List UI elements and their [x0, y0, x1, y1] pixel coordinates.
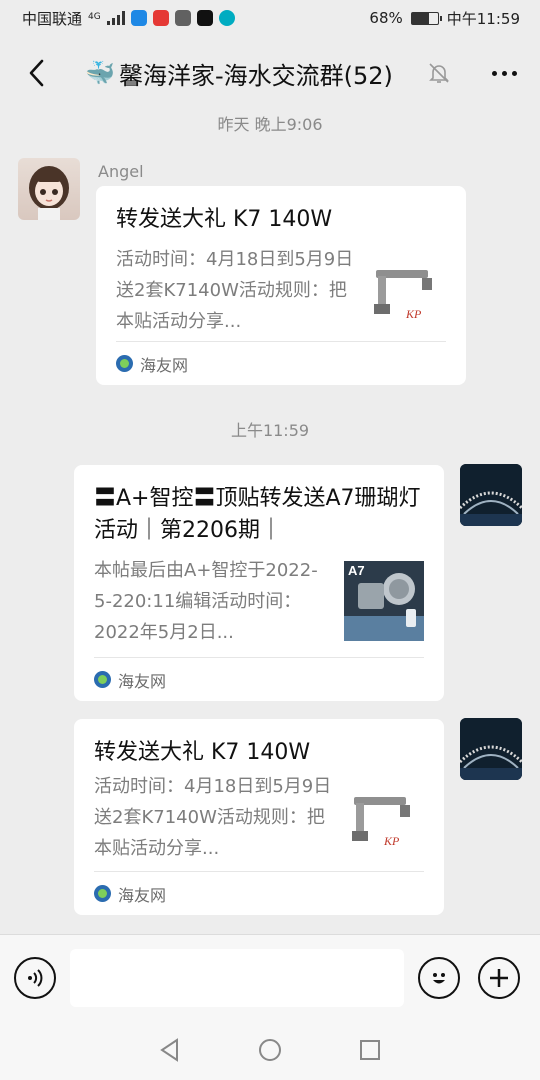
chat-header: 🐳 馨海洋家-海水交流群(52)	[0, 36, 540, 110]
svg-text:KP: KP	[383, 834, 400, 848]
source-name: 海友网	[118, 885, 167, 905]
voice-icon	[28, 968, 43, 987]
more-options-button[interactable]	[484, 53, 524, 93]
source-logo-icon	[94, 671, 111, 688]
carrier-label: 中国联通	[22, 9, 83, 28]
timestamp: 昨天 晚上9:06	[217, 115, 323, 134]
card-description: 活动时间：4月18日到5月9日送2套K7140W活动规则：把本贴活动分享...	[116, 249, 354, 332]
notification-app-icon-3	[174, 10, 191, 26]
system-nav-bar	[0, 1020, 540, 1080]
card-source: 海友网	[116, 341, 446, 385]
card-title: 〓A+智控〓顶贴转发送A7珊瑚灯活动｜第2206期｜	[94, 486, 421, 543]
emoji-button[interactable]	[418, 956, 460, 999]
avatar-girl-icon	[29, 166, 69, 220]
link-card[interactable]: 转发送大礼 K7 140W 活动时间：4月18日到5月9日送2套K7140W活动…	[74, 719, 444, 915]
nav-recents-icon[interactable]	[357, 1037, 383, 1063]
thumb-label: A7	[348, 563, 365, 578]
avatar-bridge-icon	[460, 464, 522, 526]
plus-icon	[490, 968, 508, 987]
source-logo-icon	[94, 885, 111, 902]
a7-light-thumbnail: A7	[344, 561, 424, 641]
mute-indicator	[422, 56, 456, 90]
back-icon	[29, 59, 44, 87]
source-logo-icon	[116, 355, 133, 372]
group-name: 馨海洋家-海水交流群(52)	[118, 61, 393, 90]
avatar[interactable]	[460, 718, 522, 780]
voice-input-button[interactable]	[14, 956, 56, 999]
source-name: 海友网	[118, 671, 167, 691]
card-description: 本帖最后由A+智控于2022-5-220:11编辑活动时间：2022年5月2日.…	[94, 560, 318, 643]
smiley-icon	[433, 972, 445, 983]
input-bar	[0, 934, 540, 1020]
link-card[interactable]: 〓A+智控〓顶贴转发送A7珊瑚灯活动｜第2206期｜ 本帖最后由A+智控于202…	[74, 465, 444, 701]
avatar[interactable]	[460, 464, 522, 526]
card-description: 活动时间：4月18日到5月9日送2套K7140W活动规则：把本贴活动分享...	[94, 776, 332, 859]
chat-title: 🐳 馨海洋家-海水交流群(52)	[56, 56, 422, 91]
notification-app-icon-2	[152, 10, 169, 26]
sender-name: Angel	[98, 162, 144, 181]
more-dot-icon	[501, 70, 507, 76]
source-name: 海友网	[140, 355, 189, 375]
more-dot-icon	[491, 70, 497, 76]
network-label: 4G	[88, 11, 101, 22]
k7-light-thumbnail: KP	[344, 783, 424, 863]
message-input[interactable]	[70, 948, 404, 1007]
signal-icon	[106, 11, 125, 25]
status-bar: 中国联通 4G 68% 中午11:59	[0, 0, 540, 36]
timestamp: 上午11:59	[230, 421, 310, 440]
avatar[interactable]	[18, 158, 80, 220]
k7-light-thumbnail: KP	[366, 256, 446, 336]
battery-percent: 68%	[369, 9, 403, 27]
whale-emoji-icon: 🐳	[85, 59, 115, 87]
svg-text:KP: KP	[405, 307, 422, 321]
nav-back-icon[interactable]	[157, 1037, 183, 1063]
notification-app-icon-4	[196, 10, 213, 26]
clock: 中午11:59	[446, 9, 520, 28]
link-card[interactable]: 转发送大礼 K7 140W 活动时间：4月18日到5月9日送2套K7140W活动…	[96, 186, 466, 385]
card-source: 海友网	[94, 657, 424, 701]
more-functions-button[interactable]	[478, 956, 520, 999]
back-button[interactable]	[16, 53, 56, 93]
nav-home-icon[interactable]	[257, 1037, 283, 1063]
card-source: 海友网	[94, 871, 424, 915]
card-title: 转发送大礼 K7 140W	[116, 207, 333, 232]
battery-icon	[410, 11, 442, 25]
muted-bell-icon	[429, 63, 449, 83]
notification-app-icon-5	[218, 10, 235, 26]
avatar-bridge-icon	[460, 718, 522, 780]
notification-app-icon-1	[130, 10, 147, 26]
more-dot-icon	[511, 70, 517, 76]
card-title: 转发送大礼 K7 140W	[94, 740, 311, 765]
